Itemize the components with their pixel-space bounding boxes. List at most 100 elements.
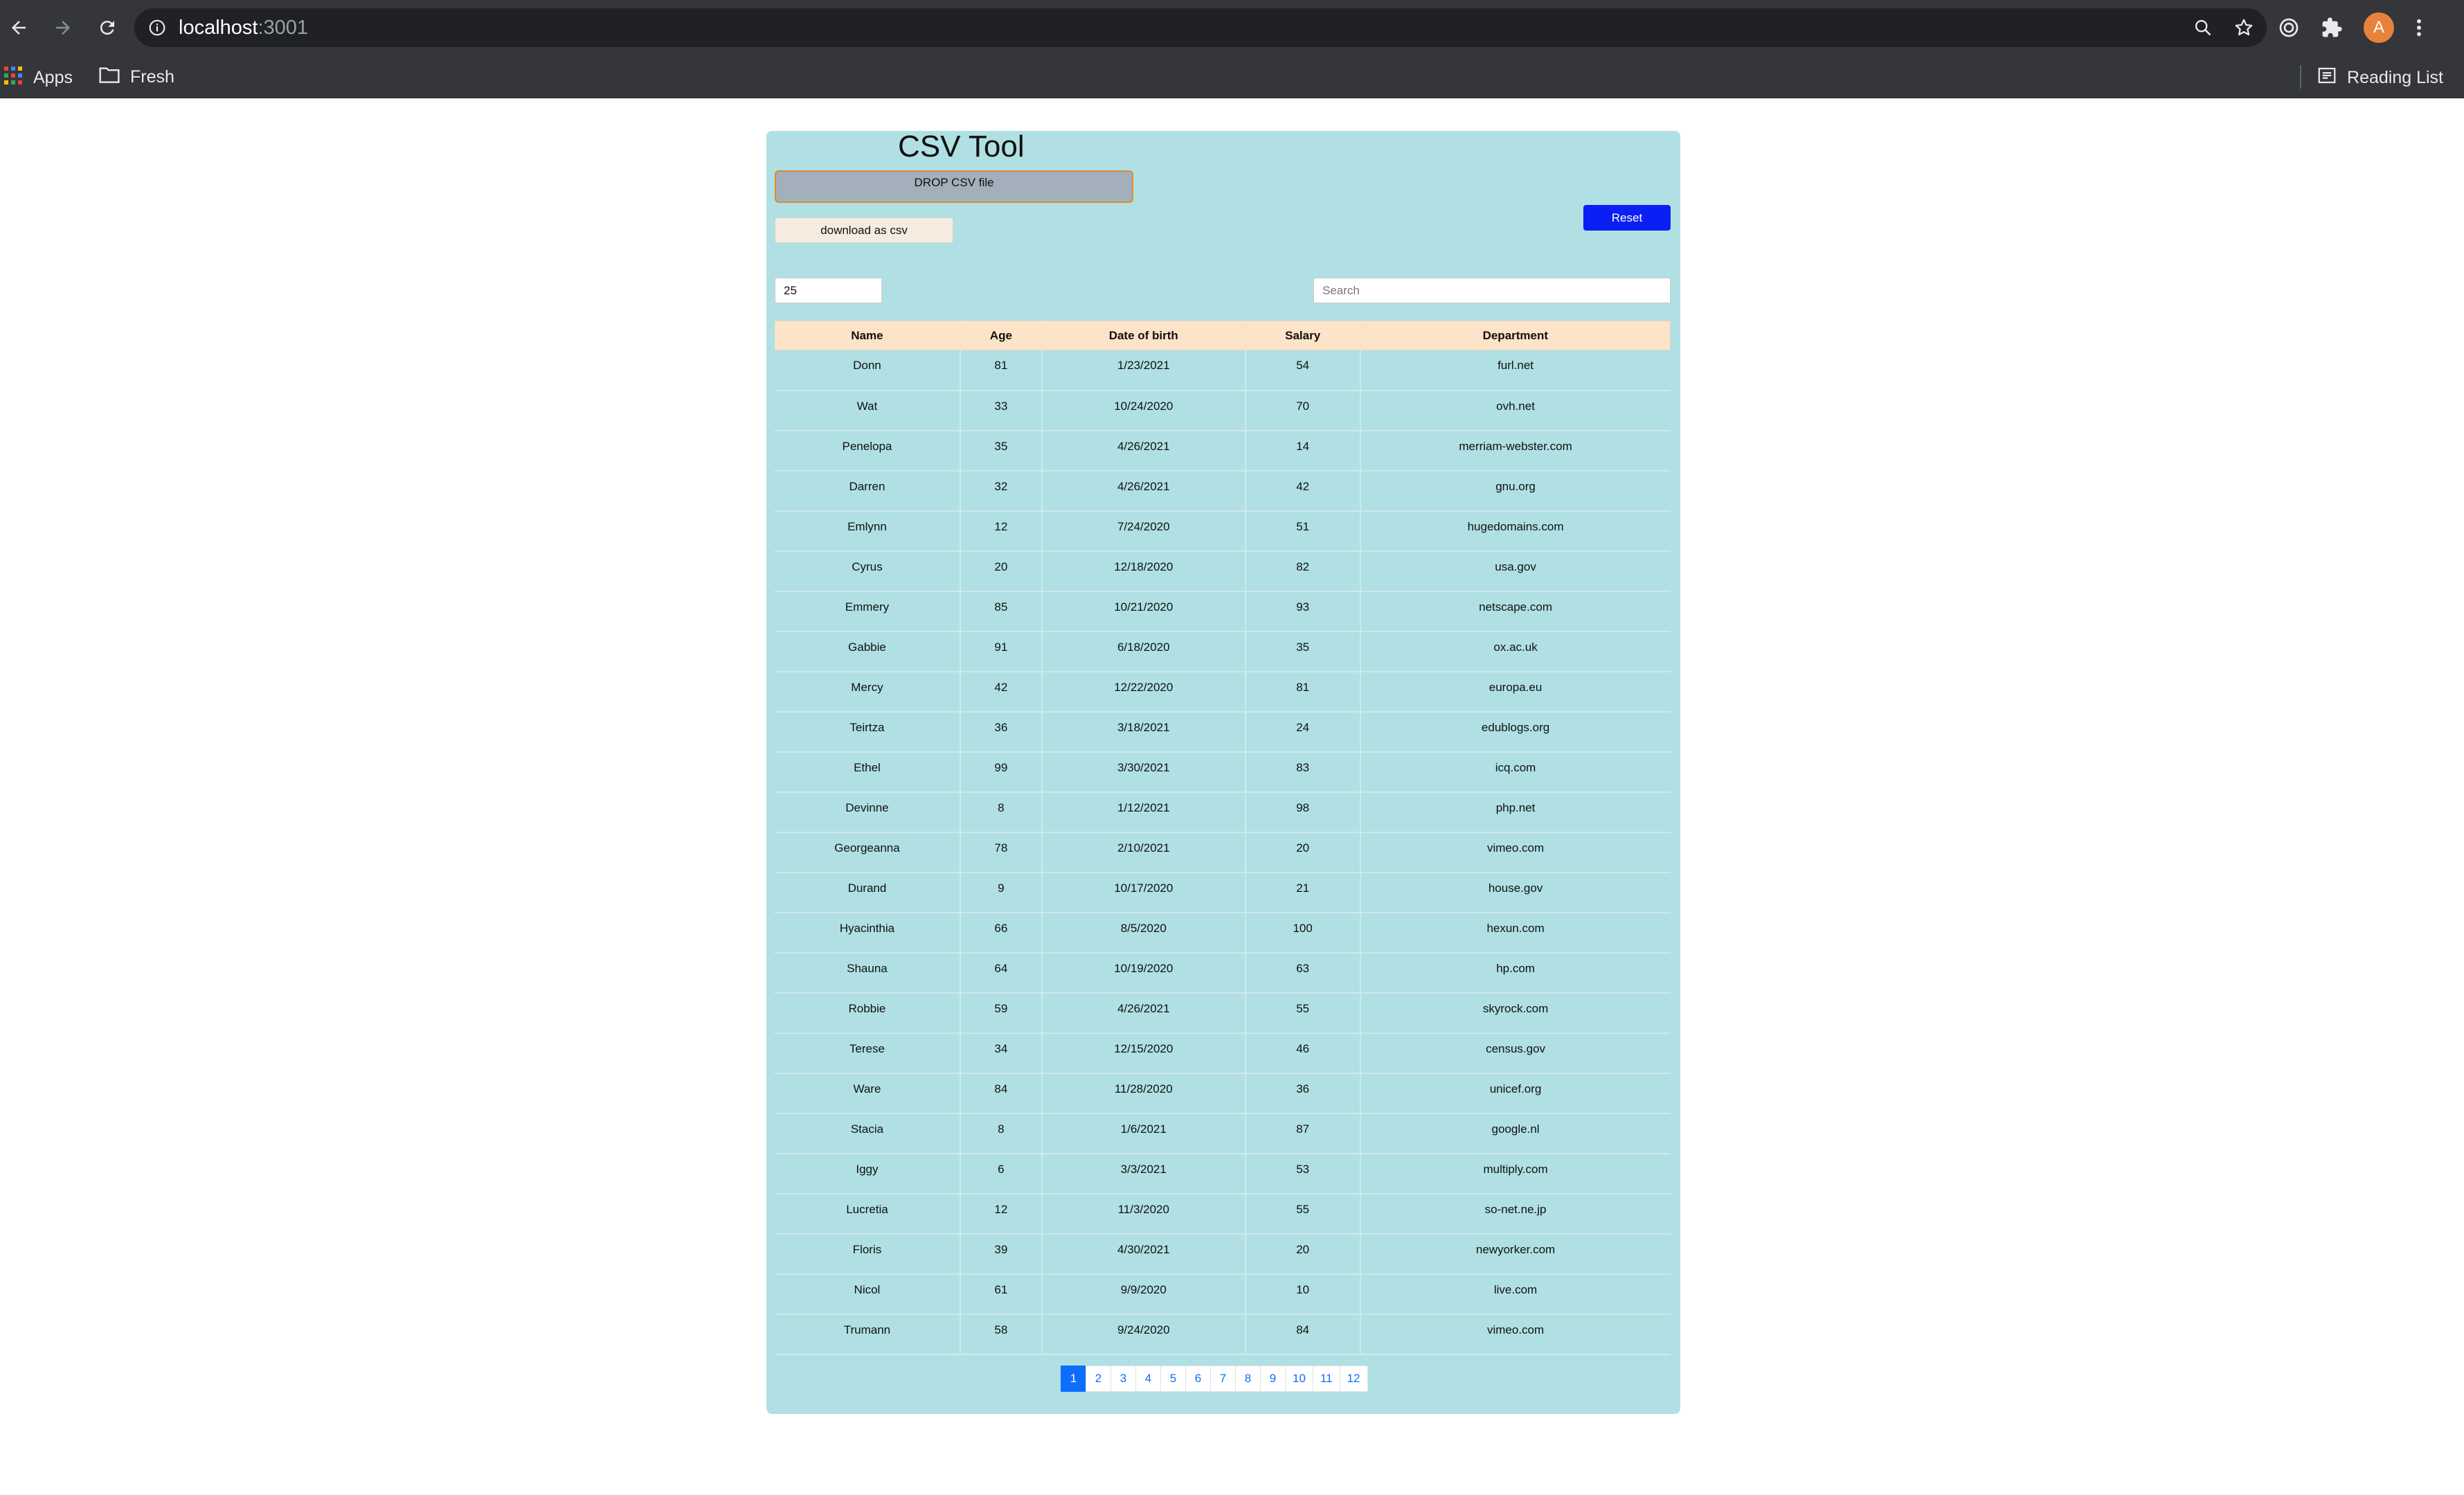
cell-date-of-birth: 12/15/2020 [1041, 1032, 1246, 1074]
cell-department: vimeo.com [1359, 1314, 1671, 1355]
cell-age: 84 [959, 1073, 1042, 1114]
page-link-2[interactable]: 2 [1086, 1366, 1111, 1392]
cell-date-of-birth: 1/23/2021 [1041, 350, 1246, 391]
zoom-icon[interactable] [2193, 18, 2213, 37]
site-info-icon[interactable] [148, 19, 166, 37]
page-link-9[interactable]: 9 [1260, 1366, 1286, 1392]
cell-department: icq.com [1359, 751, 1671, 793]
cell-department: google.nl [1359, 1113, 1671, 1154]
cell-age: 66 [959, 912, 1042, 954]
reading-list-icon [2317, 65, 2337, 91]
cell-salary: 87 [1244, 1113, 1360, 1154]
page-link-7[interactable]: 7 [1210, 1366, 1236, 1392]
cell-name: Emmery [775, 591, 960, 632]
bookmarks-bar: Apps Fresh Reading List [0, 55, 2464, 98]
bookmarks-separator [2300, 65, 2301, 89]
cell-name: Iggy [775, 1153, 960, 1194]
cell-age: 12 [959, 510, 1042, 552]
cell-department: edublogs.org [1359, 711, 1671, 753]
browser-toolbar: localhost:3001 A [0, 0, 2464, 55]
column-header-salary[interactable]: Salary [1244, 321, 1361, 350]
cell-department: usa.gov [1359, 550, 1671, 592]
cell-name: Donn [775, 350, 960, 391]
extension-target-icon[interactable] [2278, 17, 2300, 39]
cell-name: Floris [775, 1233, 960, 1275]
download-csv-button[interactable]: download as csv [775, 217, 953, 243]
table-row: Georgeanna 78 2/10/2021 20 vimeo.com [775, 832, 1671, 873]
address-bar[interactable]: localhost:3001 [134, 8, 2267, 47]
table-row: Darren 32 4/26/2021 42 gnu.org [775, 470, 1671, 512]
table-row: Teirtza 36 3/18/2021 24 edublogs.org [775, 711, 1671, 753]
bookmark-apps[interactable]: Apps [3, 65, 73, 91]
column-header-age[interactable]: Age [959, 321, 1043, 350]
extensions-puzzle-icon[interactable] [2321, 17, 2343, 39]
cell-salary: 10 [1244, 1273, 1360, 1315]
cell-date-of-birth: 6/18/2020 [1041, 631, 1246, 672]
column-header-name[interactable]: Name [775, 321, 961, 350]
table-row: Devinne 8 1/12/2021 98 php.net [775, 791, 1671, 833]
table-row: Lucretia 12 11/3/2020 55 so-net.ne.jp [775, 1193, 1671, 1235]
cell-salary: 100 [1244, 912, 1360, 954]
cell-department: hexun.com [1359, 912, 1671, 954]
forward-icon[interactable] [44, 9, 82, 46]
cell-age: 42 [959, 671, 1042, 713]
cell-salary: 98 [1244, 791, 1360, 833]
column-header-date-of-birth[interactable]: Date of birth [1041, 321, 1246, 350]
cell-name: Hyacinthia [775, 912, 960, 954]
table-row: Gabbie 91 6/18/2020 35 ox.ac.uk [775, 631, 1671, 672]
cell-salary: 55 [1244, 1193, 1360, 1235]
page-link-4[interactable]: 4 [1135, 1366, 1161, 1392]
cell-date-of-birth: 4/26/2021 [1041, 470, 1246, 512]
reload-icon[interactable] [89, 9, 126, 46]
cell-department: hugedomains.com [1359, 510, 1671, 552]
back-icon[interactable] [0, 9, 37, 46]
cell-date-of-birth: 1/6/2021 [1041, 1113, 1246, 1154]
profile-avatar[interactable]: A [2364, 12, 2394, 43]
cell-age: 59 [959, 992, 1042, 1034]
table-row: Mercy 42 12/22/2020 81 europa.eu [775, 671, 1671, 713]
cell-department: skyrock.com [1359, 992, 1671, 1034]
cell-age: 34 [959, 1032, 1042, 1074]
table-row: Emlynn 12 7/24/2020 51 hugedomains.com [775, 510, 1671, 552]
cell-age: 8 [959, 1113, 1042, 1154]
bookmark-star-icon[interactable] [2233, 17, 2254, 38]
table-row: Penelopa 35 4/26/2021 14 merriam-webster.com [775, 430, 1671, 472]
cell-name: Ware [775, 1073, 960, 1114]
page-link-3[interactable]: 3 [1110, 1366, 1136, 1392]
reset-button[interactable]: Reset [1583, 205, 1671, 231]
cell-age: 61 [959, 1273, 1042, 1315]
page-title: CSV Tool [898, 129, 1025, 163]
cell-name: Georgeanna [775, 832, 960, 873]
cell-date-of-birth: 2/10/2021 [1041, 832, 1246, 873]
page-link-6[interactable]: 6 [1185, 1366, 1211, 1392]
page-link-5[interactable]: 5 [1160, 1366, 1186, 1392]
column-header-department[interactable]: Department [1359, 321, 1671, 350]
reading-list-button[interactable]: Reading List [2317, 65, 2443, 91]
page-size-input[interactable] [775, 278, 882, 303]
browser-menu-icon[interactable] [2415, 17, 2423, 39]
page-link-10[interactable]: 10 [1285, 1366, 1313, 1392]
cell-department: newyorker.com [1359, 1233, 1671, 1275]
cell-salary: 20 [1244, 832, 1360, 873]
cell-salary: 82 [1244, 550, 1360, 592]
cell-name: Shauna [775, 952, 960, 994]
table-row: Robbie 59 4/26/2021 55 skyrock.com [775, 992, 1671, 1034]
bookmark-fresh-label: Fresh [130, 67, 174, 87]
page-link-12[interactable]: 12 [1339, 1366, 1368, 1392]
page-link-11[interactable]: 11 [1312, 1366, 1340, 1392]
search-input[interactable] [1313, 278, 1671, 303]
cell-department: hp.com [1359, 952, 1671, 994]
page-link-1[interactable]: 1 [1061, 1366, 1086, 1392]
url-text: localhost:3001 [179, 16, 309, 39]
csv-dropzone[interactable]: DROP CSV file [775, 170, 1133, 203]
table-row: Iggy 6 3/3/2021 53 multiply.com [775, 1153, 1671, 1194]
cell-department: europa.eu [1359, 671, 1671, 713]
cell-date-of-birth: 9/24/2020 [1041, 1314, 1246, 1355]
csv-tool-panel: CSV Tool DROP CSV file download as csv R… [766, 131, 1680, 1414]
bookmark-fresh[interactable]: Fresh [98, 65, 174, 89]
cell-salary: 35 [1244, 631, 1360, 672]
cell-department: census.gov [1359, 1032, 1671, 1074]
cell-age: 91 [959, 631, 1042, 672]
cell-age: 33 [959, 390, 1042, 431]
page-link-8[interactable]: 8 [1235, 1366, 1261, 1392]
